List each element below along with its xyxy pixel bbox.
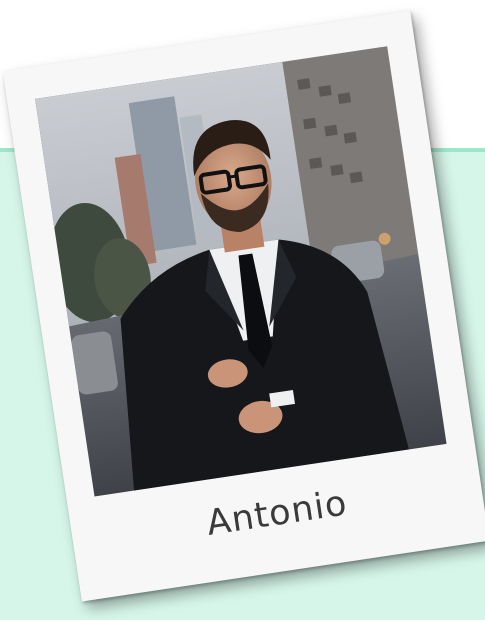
photo-illustration — [35, 46, 447, 497]
profile-photo — [35, 46, 447, 497]
profile-card[interactable]: Antonio — [2, 10, 485, 602]
